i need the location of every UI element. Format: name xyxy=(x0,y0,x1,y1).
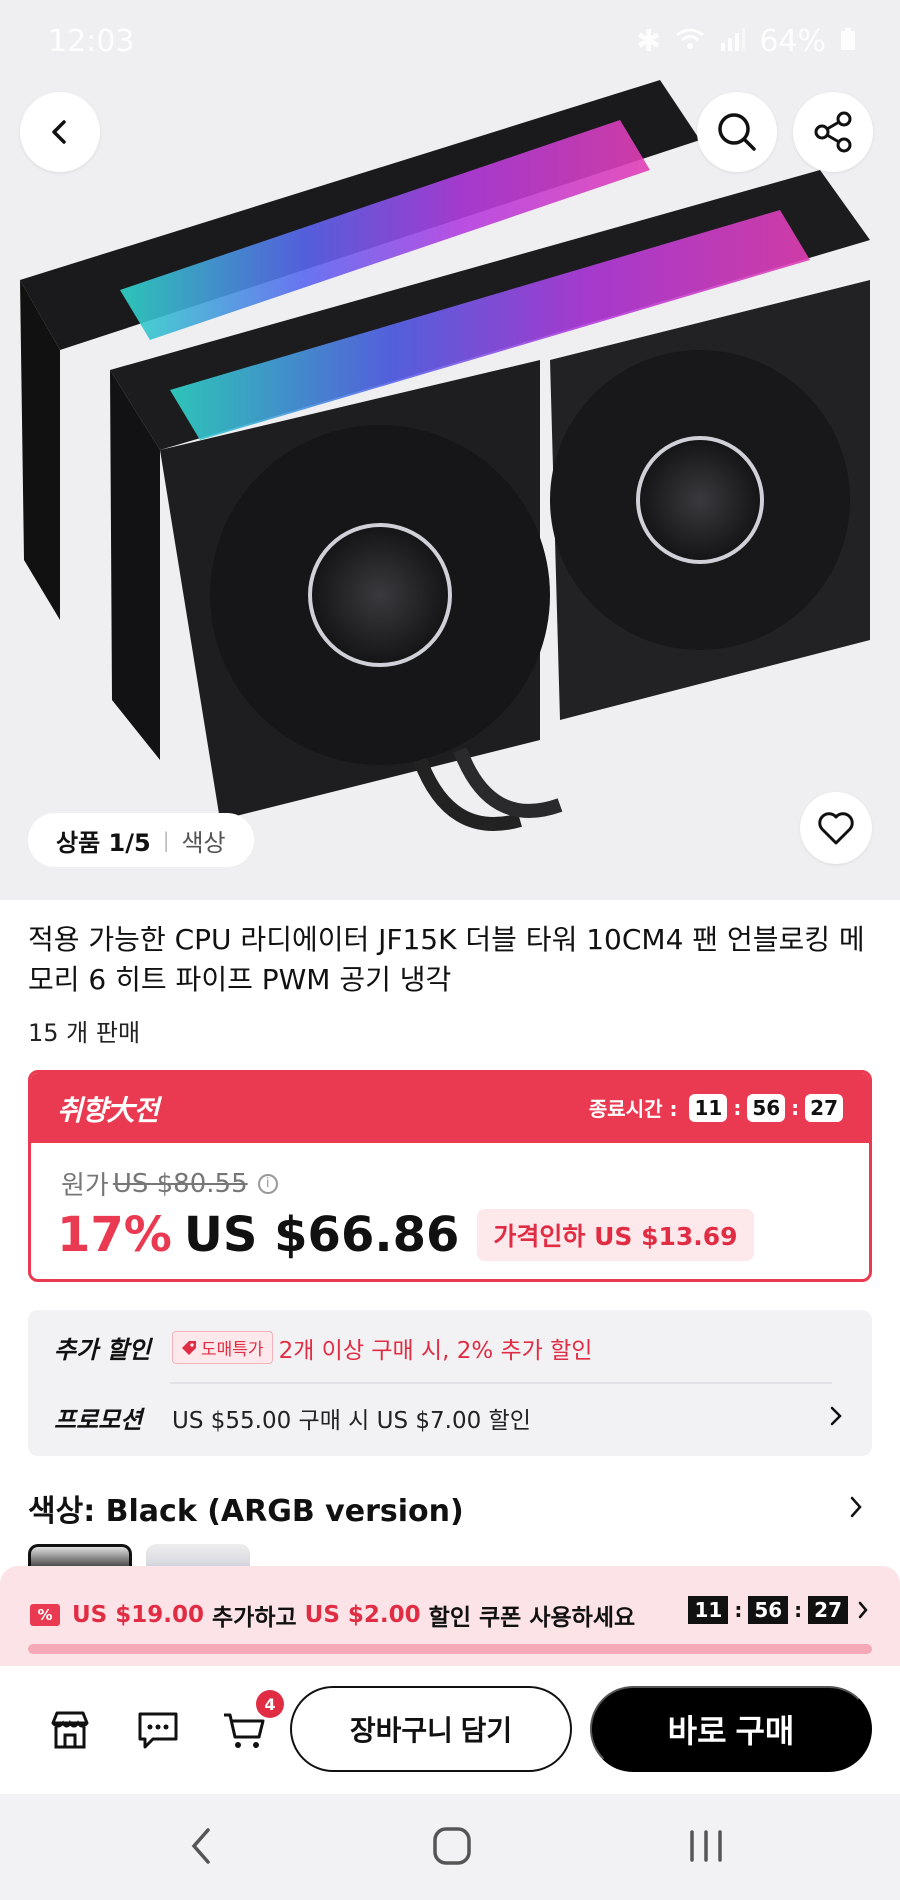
promotion-row[interactable]: 프로모션 US $55.00 구매 시 US $7.00 할인 xyxy=(54,1400,854,1435)
add-to-cart-button[interactable]: 장바구니 담기 xyxy=(290,1686,572,1772)
chat-icon xyxy=(138,1712,178,1749)
coupon-progress-bar xyxy=(28,1644,872,1654)
discount-percent: 17% xyxy=(57,1207,172,1263)
image-counter: 상품 1/5 xyxy=(56,828,151,857)
coupon-banner[interactable]: % US $19.00 추가하고 US $2.00 할인 쿠폰 사용하세요 11… xyxy=(0,1566,900,1666)
timer-minutes: 56 xyxy=(747,1093,786,1122)
chat-button[interactable] xyxy=(132,1704,184,1756)
share-icon xyxy=(814,111,852,153)
system-back-button[interactable] xyxy=(186,1824,216,1872)
color-images-tab[interactable]: 색상 xyxy=(181,823,225,858)
chevron-right-icon xyxy=(858,1601,868,1619)
wishlist-button[interactable] xyxy=(800,792,872,864)
divider xyxy=(170,1382,832,1384)
color-selector[interactable]: 색상: Black (ARGB version) xyxy=(28,1486,872,1530)
recent-apps-icon xyxy=(690,1830,722,1862)
coupon-amount: US $2.00 xyxy=(304,1602,421,1628)
sold-count: 15 개 판매 xyxy=(28,1019,141,1047)
product-gallery[interactable]: 12:03 ✱ 64% 상품 1/5 | 색상 xyxy=(0,0,900,900)
color-label: 색상: Black (ARGB version) xyxy=(28,1494,464,1529)
gallery-counter[interactable]: 상품 1/5 | 색상 xyxy=(28,813,254,867)
coupon-mid-text: 추가하고 xyxy=(204,1605,305,1631)
status-bar: 12:03 ✱ 64% xyxy=(0,0,900,86)
wifi-icon xyxy=(675,24,705,59)
chevron-left-icon xyxy=(52,120,66,144)
coupon-message: % US $19.00 추가하고 US $2.00 할인 쿠폰 사용하세요 xyxy=(30,1598,635,1632)
timer-label: 종료시간 : xyxy=(588,1097,678,1121)
sale-price: US $66.86 xyxy=(183,1207,460,1263)
original-price: US $80.55 xyxy=(112,1168,248,1199)
counter-separator: | xyxy=(162,828,170,852)
coupon-end-text: 할인 쿠폰 사용하세요 xyxy=(420,1605,636,1631)
share-button[interactable] xyxy=(793,92,873,172)
store-button[interactable] xyxy=(44,1704,96,1756)
battery-level: 64% xyxy=(759,24,826,59)
status-time: 12:03 xyxy=(48,24,135,59)
timer-seconds: 27 xyxy=(805,1093,843,1122)
extra-discount-text: 2개 이상 구매 시, 2% 추가 할인 xyxy=(278,1337,593,1364)
cart-count-badge: 4 xyxy=(256,1690,284,1718)
coupon-timer-seconds: 27 xyxy=(808,1596,848,1624)
price-row: 17% US $66.86 가격인하 US $13.69 xyxy=(57,1207,754,1263)
original-price-label: 원가 xyxy=(61,1171,109,1201)
coupon-timer-minutes: 56 xyxy=(748,1596,789,1624)
signal-icon xyxy=(719,24,746,59)
product-title: 적용 가능한 CPU 라디에이터 JF15K 더블 타워 10CM4 팬 언블로… xyxy=(28,923,865,996)
coupon-percent-icon: % xyxy=(30,1604,60,1626)
timer-hours: 11 xyxy=(689,1093,728,1122)
price-cut-badge: 가격인하 US $13.69 xyxy=(477,1209,754,1261)
system-nav-bar xyxy=(0,1794,900,1900)
battery-icon xyxy=(840,24,856,59)
deal-logo: 취향大전 xyxy=(57,1094,159,1127)
deal-header: 취향大전 종료시간 : 11 : 56 : 27 xyxy=(31,1073,869,1143)
wholesale-tag-label: 도매특가 xyxy=(201,1340,264,1360)
original-price-row: 원가 US $80.55 i xyxy=(61,1165,278,1202)
extra-discount-label: 추가 할인 xyxy=(54,1336,151,1364)
deal-box: 취향大전 종료시간 : 11 : 56 : 27 원가 US $80.55 i … xyxy=(28,1070,872,1282)
back-icon xyxy=(191,1828,210,1864)
wholesale-tag: 도매특가 xyxy=(172,1331,273,1364)
coupon-countdown: 11 : 56 : 27 xyxy=(688,1596,870,1624)
store-icon xyxy=(51,1711,89,1749)
back-button[interactable] xyxy=(20,92,100,172)
buy-now-button[interactable]: 바로 구매 xyxy=(590,1686,872,1772)
coupon-threshold: US $19.00 xyxy=(72,1602,205,1628)
search-icon xyxy=(718,113,756,151)
system-home-button[interactable] xyxy=(430,1824,474,1872)
bluetooth-icon: ✱ xyxy=(636,24,662,59)
extra-discount-panel: 추가 할인 도매특가 2개 이상 구매 시, 2% 추가 할인 프로모션 US … xyxy=(28,1310,872,1456)
chevron-right-icon xyxy=(830,1406,842,1426)
search-button[interactable] xyxy=(697,92,777,172)
home-icon xyxy=(433,1827,471,1865)
system-recent-apps-button[interactable] xyxy=(686,1824,726,1872)
promotion-label: 프로모션 xyxy=(54,1406,143,1434)
chevron-right-icon xyxy=(850,1496,862,1518)
bottom-action-bar: 4 장바구니 담기 바로 구매 xyxy=(0,1666,900,1794)
heart-icon xyxy=(818,812,854,845)
coupon-timer-hours: 11 xyxy=(688,1596,729,1624)
extra-discount-row: 추가 할인 도매특가 2개 이상 구매 시, 2% 추가 할인 xyxy=(54,1330,592,1365)
promotion-text: US $55.00 구매 시 US $7.00 할인 xyxy=(172,1407,531,1434)
deal-countdown: 종료시간 : 11 : 56 : 27 xyxy=(589,1093,843,1122)
tag-icon xyxy=(182,1340,196,1355)
product-image xyxy=(20,80,870,831)
info-icon[interactable]: i xyxy=(257,1173,278,1194)
